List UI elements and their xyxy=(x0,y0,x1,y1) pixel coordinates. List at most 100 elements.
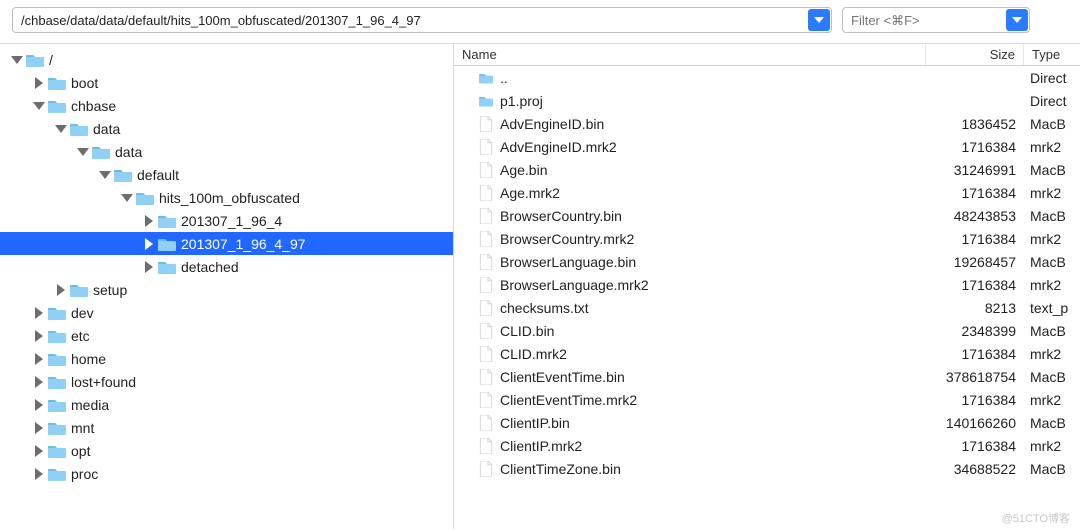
file-size: 48243853 xyxy=(926,208,1024,224)
tree-item-label: default xyxy=(137,167,179,183)
folder-icon xyxy=(48,396,66,414)
tree-item[interactable]: setup xyxy=(0,278,453,301)
tree-item[interactable]: detached xyxy=(0,255,453,278)
disclosure-open-icon[interactable] xyxy=(54,122,68,136)
disclosure-closed-icon[interactable] xyxy=(142,214,156,228)
disclosure-closed-icon[interactable] xyxy=(32,398,46,412)
disclosure-closed-icon[interactable] xyxy=(32,352,46,366)
file-size: 1716384 xyxy=(926,185,1024,201)
file-name: AdvEngineID.bin xyxy=(500,116,604,132)
file-type: mrk2 xyxy=(1024,392,1080,408)
path-combo[interactable] xyxy=(12,7,832,33)
tree-item[interactable]: dev xyxy=(0,301,453,324)
file-icon xyxy=(478,277,494,293)
tree-item-label: chbase xyxy=(71,98,116,114)
file-name: BrowserCountry.bin xyxy=(500,208,622,224)
disclosure-closed-icon[interactable] xyxy=(142,260,156,274)
disclosure-open-icon[interactable] xyxy=(10,53,24,67)
file-row[interactable]: ..Direct xyxy=(454,66,1080,89)
file-size: 19268457 xyxy=(926,254,1024,270)
tree-item[interactable]: 201307_1_96_4 xyxy=(0,209,453,232)
disclosure-closed-icon[interactable] xyxy=(32,329,46,343)
file-row[interactable]: ClientTimeZone.bin34688522MacB xyxy=(454,457,1080,480)
tree-item[interactable]: opt xyxy=(0,439,453,462)
file-size: 1716384 xyxy=(926,346,1024,362)
tree-item[interactable]: lost+found xyxy=(0,370,453,393)
filter-dropdown-button[interactable] xyxy=(1006,9,1028,31)
file-row[interactable]: ClientIP.bin140166260MacB xyxy=(454,411,1080,434)
disclosure-closed-icon[interactable] xyxy=(32,467,46,481)
folder-icon xyxy=(26,51,44,69)
tree-item[interactable]: home xyxy=(0,347,453,370)
disclosure-open-icon[interactable] xyxy=(76,145,90,159)
disclosure-open-icon[interactable] xyxy=(98,168,112,182)
tree-item[interactable]: mnt xyxy=(0,416,453,439)
file-row[interactable]: Age.mrk21716384mrk2 xyxy=(454,181,1080,204)
folder-icon xyxy=(48,373,66,391)
file-type: mrk2 xyxy=(1024,438,1080,454)
file-row[interactable]: p1.projDirect xyxy=(454,89,1080,112)
file-row[interactable]: ClientEventTime.mrk21716384mrk2 xyxy=(454,388,1080,411)
tree-item[interactable]: proc xyxy=(0,462,453,485)
disclosure-open-icon[interactable] xyxy=(120,191,134,205)
filter-input[interactable] xyxy=(842,7,1030,33)
file-row[interactable]: Age.bin31246991MacB xyxy=(454,158,1080,181)
list-header[interactable]: Name Size Type xyxy=(454,44,1080,66)
disclosure-closed-icon[interactable] xyxy=(54,283,68,297)
file-type: mrk2 xyxy=(1024,139,1080,155)
path-dropdown-button[interactable] xyxy=(808,9,830,31)
file-row[interactable]: BrowserLanguage.mrk21716384mrk2 xyxy=(454,273,1080,296)
file-row[interactable]: AdvEngineID.mrk21716384mrk2 xyxy=(454,135,1080,158)
tree-item[interactable]: 201307_1_96_4_97 xyxy=(0,232,453,255)
file-row[interactable]: CLID.bin2348399MacB xyxy=(454,319,1080,342)
file-size: 1716384 xyxy=(926,277,1024,293)
tree-item[interactable]: / xyxy=(0,48,453,71)
file-row[interactable]: BrowserLanguage.bin19268457MacB xyxy=(454,250,1080,273)
file-row[interactable]: CLID.mrk21716384mrk2 xyxy=(454,342,1080,365)
file-name: p1.proj xyxy=(500,93,543,109)
disclosure-closed-icon[interactable] xyxy=(32,306,46,320)
tree-item-label: mnt xyxy=(71,420,94,436)
disclosure-open-icon[interactable] xyxy=(32,99,46,113)
disclosure-closed-icon[interactable] xyxy=(32,76,46,90)
tree-item[interactable]: default xyxy=(0,163,453,186)
file-row[interactable]: ClientEventTime.bin378618754MacB xyxy=(454,365,1080,388)
file-icon xyxy=(478,208,494,224)
column-name[interactable]: Name xyxy=(454,44,926,65)
tree-item[interactable]: hits_100m_obfuscated xyxy=(0,186,453,209)
file-row[interactable]: checksums.txt8213text_p xyxy=(454,296,1080,319)
disclosure-closed-icon[interactable] xyxy=(142,237,156,251)
disclosure-closed-icon[interactable] xyxy=(32,375,46,389)
file-icon xyxy=(478,346,494,362)
tree-item[interactable]: data xyxy=(0,117,453,140)
file-row[interactable]: BrowserCountry.bin48243853MacB xyxy=(454,204,1080,227)
file-row[interactable]: ClientIP.mrk21716384mrk2 xyxy=(454,434,1080,457)
file-size: 1716384 xyxy=(926,139,1024,155)
file-list[interactable]: Name Size Type ..Directp1.projDirectAdvE… xyxy=(454,44,1080,529)
tree-item[interactable]: media xyxy=(0,393,453,416)
filter-combo[interactable] xyxy=(842,7,1030,33)
file-size: 8213 xyxy=(926,300,1024,316)
file-size: 140166260 xyxy=(926,415,1024,431)
file-type: mrk2 xyxy=(1024,346,1080,362)
tree-item[interactable]: data xyxy=(0,140,453,163)
file-name: ClientEventTime.bin xyxy=(500,369,625,385)
tree-item-label: / xyxy=(49,52,53,68)
path-input[interactable] xyxy=(12,7,832,33)
tree-item-label: hits_100m_obfuscated xyxy=(159,190,300,206)
file-row[interactable]: AdvEngineID.bin1836452MacB xyxy=(454,112,1080,135)
file-icon xyxy=(478,438,494,454)
column-size[interactable]: Size xyxy=(926,44,1024,65)
file-type: MacB xyxy=(1024,323,1080,339)
tree-item[interactable]: chbase xyxy=(0,94,453,117)
disclosure-closed-icon[interactable] xyxy=(32,421,46,435)
disclosure-closed-icon[interactable] xyxy=(32,444,46,458)
column-type[interactable]: Type xyxy=(1024,44,1080,65)
tree-item-label: detached xyxy=(181,259,239,275)
tree-item[interactable]: etc xyxy=(0,324,453,347)
file-type: text_p xyxy=(1024,300,1080,316)
tree-item[interactable]: boot xyxy=(0,71,453,94)
file-row[interactable]: BrowserCountry.mrk21716384mrk2 xyxy=(454,227,1080,250)
folder-tree[interactable]: / boot chbase datadata default hits_100m_obfu… xyxy=(0,44,454,529)
file-icon xyxy=(478,254,494,270)
